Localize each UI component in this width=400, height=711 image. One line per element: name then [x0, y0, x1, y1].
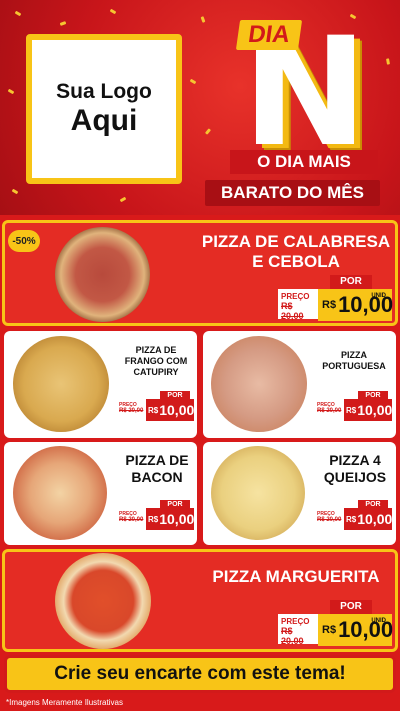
currency: R$ — [346, 405, 357, 415]
confetti — [14, 10, 22, 17]
new-price-value: 10,00 — [357, 402, 393, 418]
new-price-value: 10,00 — [159, 402, 195, 418]
confetti — [204, 128, 212, 135]
dia-label: DIA — [235, 20, 303, 50]
featured-name-line2: E CEBOLA — [252, 252, 340, 271]
pizza-calabresa-icon — [55, 227, 150, 322]
new-price-value: 10,00 — [357, 511, 393, 527]
bottom-old-price: PREÇO R$ 20,00 — [278, 614, 318, 646]
old-price-value: R$ 20,00 — [119, 408, 144, 414]
old-price: PREÇO R$ 20,00 — [316, 510, 344, 528]
logo-text-line2: Aqui — [70, 104, 138, 137]
featured-old-price: PREÇO R$ 20,00 — [278, 289, 318, 321]
product-name: PIZZA 4 QUEIJOS — [323, 452, 387, 485]
currency: R$ — [148, 405, 159, 415]
old-price: PREÇO R$ 20,00 — [118, 510, 146, 528]
pizza-portuguesa-icon — [211, 336, 307, 432]
old-price-value: R$ 20,00 — [281, 626, 304, 646]
confetti — [109, 8, 117, 15]
confetti — [7, 88, 15, 95]
pizza-bacon-icon — [13, 446, 107, 540]
bottom-por-tag: POR — [330, 600, 372, 614]
confetti — [200, 16, 206, 23]
pizza-queijos-icon — [211, 446, 305, 540]
old-price-value: R$ 20,00 — [281, 301, 304, 321]
hero-banner: Sua Logo Aqui N DIA O DIA MAIS BARATO DO… — [0, 0, 400, 215]
currency: R$ — [322, 624, 337, 636]
old-price: PREÇO R$ 20,00 — [118, 401, 146, 419]
bottom-name: PIZZA MARGUERITA — [212, 567, 380, 586]
discount-badge: -50% — [8, 230, 40, 252]
old-price-value: R$ 20,00 — [119, 517, 144, 523]
new-price: R$ 10,00 — [344, 399, 392, 421]
logo-text-line1: Sua Logo — [56, 80, 152, 103]
currency: R$ — [148, 514, 159, 524]
confetti — [386, 58, 390, 65]
new-price: R$ 10,00 — [344, 508, 392, 530]
confetti — [11, 188, 19, 195]
unit-label: UNID — [371, 618, 386, 624]
unit-label: UNID — [371, 293, 386, 299]
disclaimer: *Imagens Meramente Ilustrativas — [6, 698, 123, 707]
preco-label: PREÇO — [281, 292, 310, 301]
new-price-value: 10,00 — [159, 511, 195, 527]
product-name: PIZZA DE BACON — [125, 452, 189, 485]
currency: R$ — [346, 514, 357, 524]
product-name: PIZZA PORTUGUESA — [322, 350, 386, 371]
preco-label: PREÇO — [281, 617, 310, 626]
old-price-value: R$ 20,00 — [317, 408, 342, 414]
featured-por-tag: POR — [330, 275, 372, 289]
currency: R$ — [322, 299, 337, 311]
logo-placeholder: Sua Logo Aqui — [26, 34, 182, 184]
slogan-line1: O DIA MAIS — [230, 150, 378, 174]
cta-banner[interactable]: Crie seu encarte com este tema! — [4, 655, 396, 693]
pizza-marguerita-icon — [55, 553, 151, 649]
confetti — [119, 196, 127, 203]
slogan-line2: BARATO DO MÊS — [205, 180, 380, 206]
featured-name-line1: PIZZA DE CALABRESA — [201, 232, 391, 251]
pizza-frango-icon — [13, 336, 109, 432]
confetti — [189, 78, 197, 85]
new-price: R$ 10,00 — [146, 508, 194, 530]
confetti — [59, 21, 67, 26]
featured-new-price: R$ 10,00 UNID — [318, 289, 393, 321]
old-price-value: R$ 20,00 — [317, 517, 342, 523]
new-price: R$ 10,00 — [146, 399, 194, 421]
featured-name: PIZZA DE CALABRESA E CEBOLA — [196, 232, 396, 272]
old-price: PREÇO R$ 20,00 — [316, 401, 344, 419]
product-name: PIZZA DE FRANGO COM CATUPIRY — [124, 345, 188, 377]
bottom-new-price: R$ 10,00 UNID — [318, 614, 393, 646]
